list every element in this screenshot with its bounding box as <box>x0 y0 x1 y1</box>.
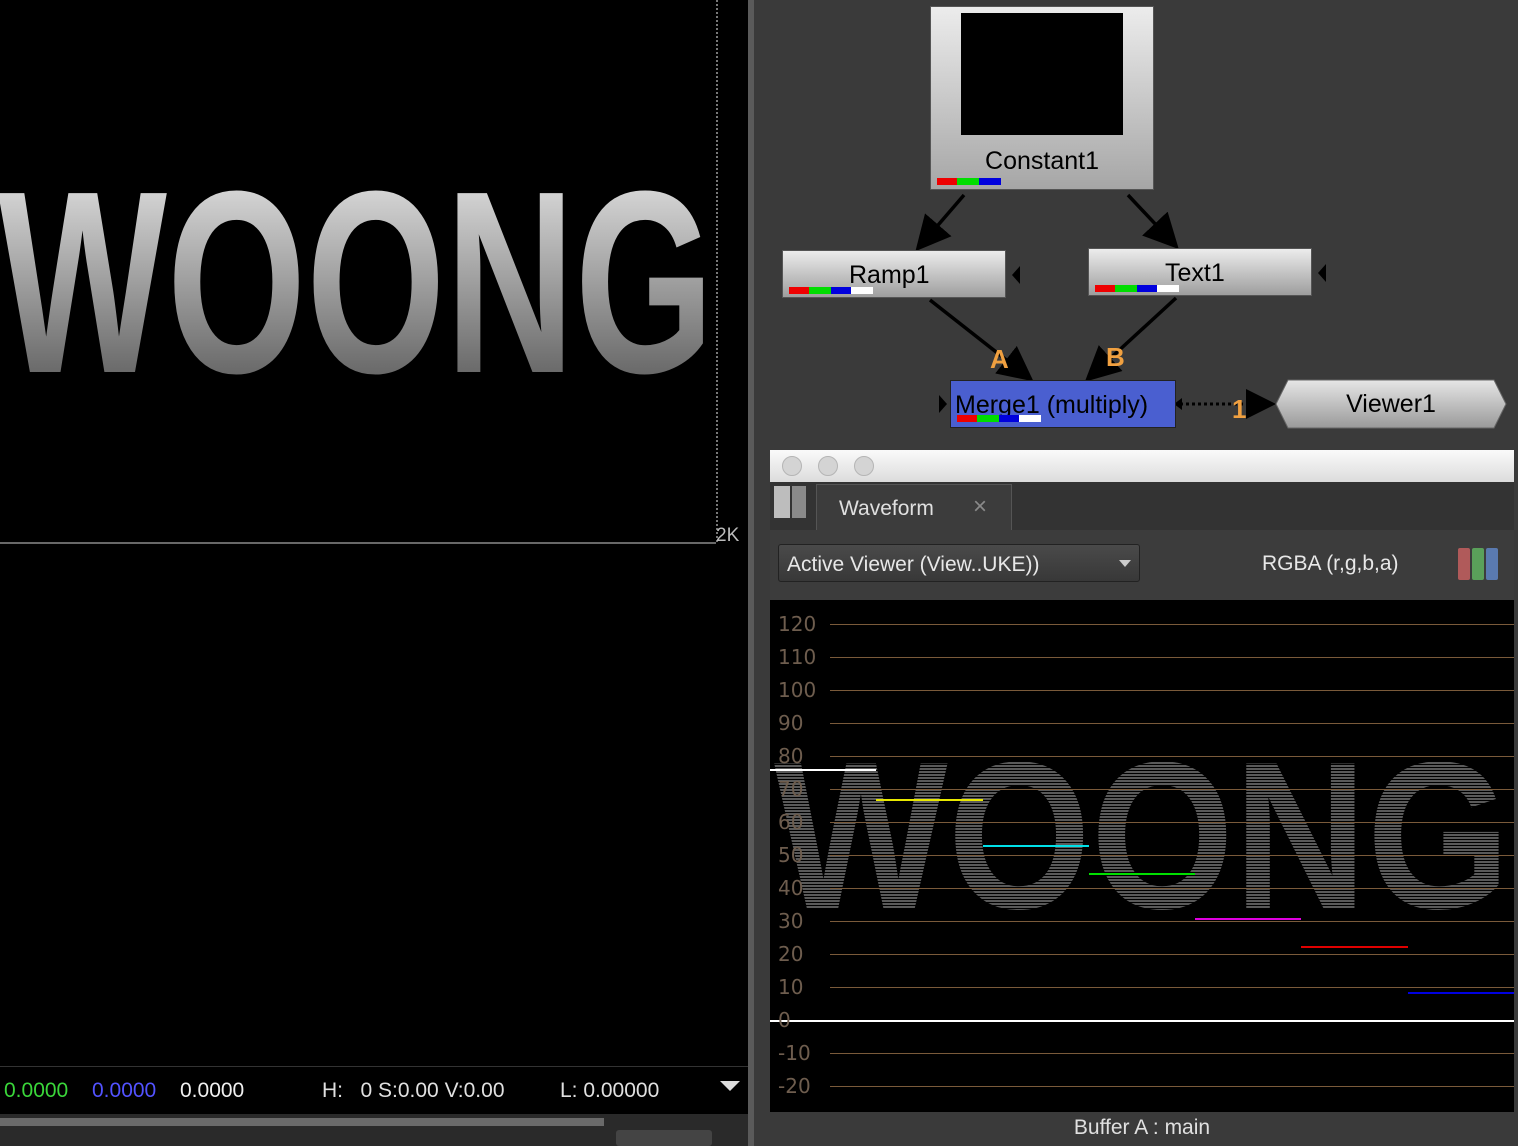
waveform-y-label: 70 <box>778 777 804 801</box>
merge-input-a-label: A <box>990 344 1009 374</box>
waveform-y-label: 80 <box>778 744 804 768</box>
format-label: 2K <box>716 525 740 546</box>
waveform-gridline <box>830 690 1514 691</box>
readout-luminance: L: 0.00000 <box>560 1079 660 1102</box>
waveform-y-label: 0 <box>778 1008 791 1032</box>
scope-window-titlebar[interactable] <box>770 450 1514 483</box>
waveform-trace-segment <box>1195 917 1302 920</box>
scrollbar-thumb[interactable] <box>0 1118 604 1126</box>
waveform-gridline <box>830 888 1514 889</box>
ramp-label: Ramp1 <box>849 261 930 289</box>
window-zoom-button[interactable] <box>854 456 874 476</box>
buffer-status: Buffer A : main <box>1073 1116 1211 1139</box>
waveform-trace-segment <box>876 798 983 801</box>
waveform-plot[interactable]: WOONG 120 110 100 90 80 70 60 50 40 30 20 10 0 -10 -20 <box>770 600 1514 1112</box>
node-constant[interactable]: Constant1 <box>930 6 1154 190</box>
waveform-y-label: -20 <box>778 1074 811 1098</box>
waveform-gridline <box>830 1086 1514 1087</box>
timeline-button[interactable] <box>616 1130 712 1146</box>
waveform-trace-segment <box>1088 873 1196 876</box>
viewer-input-number: 1 <box>1232 394 1247 424</box>
constant-label: Constant1 <box>985 147 1099 175</box>
waveform-y-label: -10 <box>778 1041 811 1065</box>
waveform-y-label: 10 <box>778 975 804 999</box>
waveform-y-label: 20 <box>778 942 804 966</box>
waveform-gridline <box>830 822 1514 823</box>
constant-thumbnail <box>961 13 1123 135</box>
readout-blue: 0.0000 <box>92 1079 157 1102</box>
waveform-gridline <box>830 756 1514 757</box>
waveform-gridline <box>830 723 1514 724</box>
waveform-y-label: 100 <box>778 678 817 702</box>
waveform-overlay-text: WOONG <box>774 718 1510 953</box>
source-select[interactable]: Active Viewer (View..UKE)) <box>778 544 1140 582</box>
waveform-gridline <box>770 1020 1514 1022</box>
node-viewer[interactable]: Viewer1 <box>1276 380 1506 428</box>
window-close-button[interactable] <box>782 456 802 476</box>
readout-hsv: H: 0 S:0.00 V:0.00 <box>322 1079 505 1102</box>
waveform-trace-segment <box>1301 945 1408 948</box>
waveform-gridline <box>830 855 1514 856</box>
viewer-canvas[interactable]: WOONG 2K 0.0000 0.0000 0.0000 H: 0 S:0.0… <box>0 0 748 1146</box>
waveform-y-label: 110 <box>778 645 817 669</box>
channels-select[interactable]: RGBA (r,g,b,a) <box>1262 552 1399 576</box>
waveform-gridline <box>830 624 1514 625</box>
readout-green: 0.0000 <box>4 1079 69 1102</box>
node-text[interactable]: Text1 <box>1088 248 1312 296</box>
readout-alpha: 0.0000 <box>180 1079 245 1102</box>
waveform-gridline <box>830 987 1514 988</box>
node-graph[interactable]: Constant1 Ramp1 Text1 A B Merge1 (multip… <box>754 0 1518 450</box>
scope-tab-bar: Waveform × <box>770 482 1514 530</box>
text-label: Text1 <box>1165 259 1225 287</box>
waveform-y-label: 60 <box>778 810 804 834</box>
node-merge[interactable]: Merge1 (multiply) <box>950 380 1176 428</box>
readout-menu-arrow-icon[interactable] <box>720 1081 740 1093</box>
merge-input-b-label: B <box>1106 342 1125 372</box>
scope-toolbar: Active Viewer (View..UKE)) RGBA (r,g,b,a… <box>770 530 1514 600</box>
waveform-gridline <box>830 789 1514 790</box>
pixel-readout-bar: 0.0000 0.0000 0.0000 H: 0 S:0.00 V:0.00 … <box>0 1066 748 1115</box>
waveform-gridline <box>830 657 1514 658</box>
window-minimize-button[interactable] <box>818 456 838 476</box>
waveform-y-label: 50 <box>778 843 804 867</box>
scope-status-bar: Buffer A : main <box>770 1112 1514 1146</box>
timeline-scrollbar[interactable] <box>0 1114 748 1146</box>
chevron-down-icon <box>1119 560 1131 567</box>
tab-waveform[interactable]: Waveform × <box>816 484 1012 530</box>
waveform-trace-segment <box>770 769 877 772</box>
tab-waveform-label: Waveform <box>839 497 934 520</box>
viewer-image-text: WOONG <box>0 138 714 428</box>
waveform-trace-segment <box>982 845 1089 848</box>
panel-menu-icon[interactable] <box>774 486 806 518</box>
waveform-y-label: 120 <box>778 612 817 636</box>
node-ramp[interactable]: Ramp1 <box>782 250 1006 298</box>
waveform-gridline <box>830 954 1514 955</box>
waveform-gridline <box>830 921 1514 922</box>
viewer-image: WOONG <box>0 0 718 544</box>
waveform-y-label: 30 <box>778 909 804 933</box>
tab-close-icon[interactable]: × <box>973 493 987 521</box>
source-select-value: Active Viewer (View..UKE)) <box>787 553 1040 576</box>
waveform-gridline <box>830 1053 1514 1054</box>
waveform-y-label: 40 <box>778 876 804 900</box>
channel-toggle-icon[interactable] <box>1458 548 1500 580</box>
waveform-y-label: 90 <box>778 711 804 735</box>
waveform-trace-segment <box>1407 991 1514 994</box>
viewer-node-label: Viewer1 <box>1346 390 1436 418</box>
waveform-overlay: WOONG <box>774 718 1510 953</box>
